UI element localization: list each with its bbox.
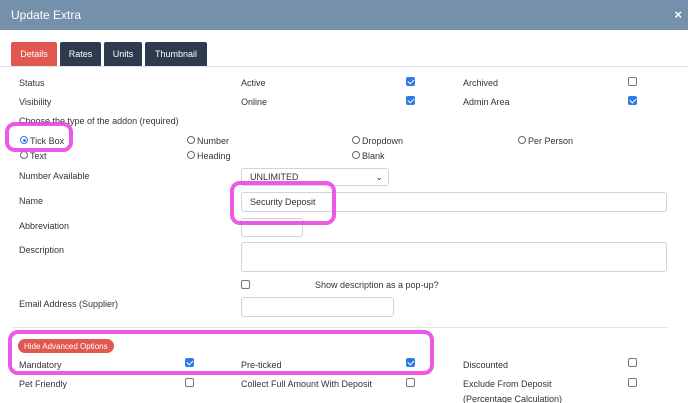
pet-friendly-label: Pet Friendly — [19, 379, 68, 389]
online-label: Online — [241, 97, 268, 107]
dialog-title: Update Extra — [11, 8, 82, 22]
highlight-advanced-options — [8, 330, 434, 375]
discounted-label: Discounted — [463, 360, 509, 370]
discounted-checkbox[interactable] — [628, 358, 637, 367]
radio-dropdown[interactable] — [352, 136, 360, 144]
email-label: Email Address (Supplier) — [19, 299, 119, 309]
admin-area-label: Admin Area — [463, 97, 510, 107]
exclude-from-deposit-label: Exclude From Deposit — [463, 379, 552, 389]
online-checkbox[interactable] — [406, 96, 415, 105]
radio-per-person[interactable] — [518, 136, 526, 144]
radio-number[interactable] — [187, 136, 195, 144]
active-checkbox[interactable] — [406, 77, 415, 86]
admin-area-checkbox[interactable] — [628, 96, 637, 105]
option-heading-label: Heading — [197, 151, 231, 161]
chevron-down-icon: ⌄ — [375, 172, 383, 182]
radio-heading[interactable] — [187, 151, 195, 159]
tab-rates[interactable]: Rates — [60, 42, 101, 66]
abbreviation-label: Abbreviation — [19, 221, 70, 231]
status-label: Status — [19, 78, 45, 88]
collect-full-amount-checkbox[interactable] — [406, 378, 415, 387]
archived-label: Archived — [463, 78, 499, 88]
tabs-divider — [0, 66, 688, 67]
option-dropdown-label: Dropdown — [362, 136, 404, 146]
option-blank-label: Blank — [362, 151, 385, 161]
radio-blank[interactable] — [352, 151, 360, 159]
description-popup-checkbox[interactable] — [241, 280, 250, 289]
email-input[interactable] — [241, 297, 394, 317]
collect-full-amount-label: Collect Full Amount With Deposit — [241, 379, 373, 389]
name-label: Name — [19, 196, 44, 206]
pet-friendly-checkbox[interactable] — [185, 378, 194, 387]
description-label: Description — [19, 245, 65, 255]
option-text-label: Text — [30, 151, 47, 161]
option-number-label: Number — [197, 136, 230, 146]
visibility-label: Visibility — [19, 97, 52, 107]
archived-checkbox[interactable] — [628, 77, 637, 86]
tab-units[interactable]: Units — [104, 42, 142, 66]
description-textarea[interactable] — [241, 242, 667, 272]
exclude-from-deposit-checkbox[interactable] — [628, 378, 637, 387]
description-popup-label: Show description as a pop-up? — [315, 280, 439, 290]
tab-details[interactable]: Details — [11, 42, 57, 66]
section-divider — [12, 327, 668, 328]
dialog-header: Update Extra × — [0, 0, 688, 30]
radio-text[interactable] — [20, 151, 28, 159]
highlight-name — [230, 181, 336, 225]
exclude-from-deposit-note: (Percentage Calculation) — [463, 394, 563, 403]
highlight-tick-box — [5, 122, 73, 152]
number-available-label: Number Available — [19, 171, 90, 181]
close-icon[interactable]: × — [674, 7, 682, 22]
tab-thumbnail[interactable]: Thumbnail — [145, 42, 207, 66]
active-label: Active — [241, 78, 266, 88]
option-per-person-label: Per Person — [528, 136, 574, 146]
